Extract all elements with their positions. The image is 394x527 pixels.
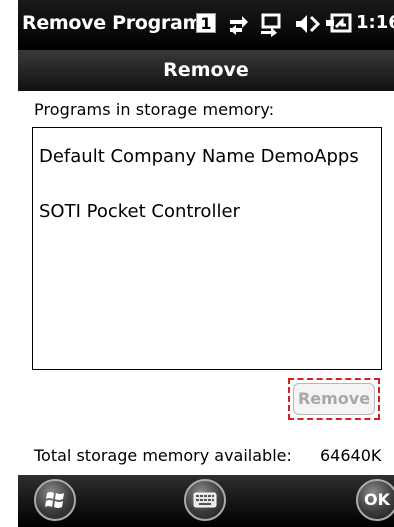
device-screen: Remove Program 1 1:16 Remove Programs in: [18, 0, 394, 527]
keyboard-button[interactable]: [184, 479, 226, 521]
storage-value: 64640K: [320, 446, 382, 465]
programs-list[interactable]: Default Company Name DemoApps SOTI Pocke…: [32, 127, 382, 370]
clock[interactable]: 1:16: [356, 12, 394, 33]
volume-icon[interactable]: [294, 11, 320, 37]
sync-icon[interactable]: [258, 11, 284, 37]
ok-button[interactable]: OK: [356, 479, 394, 521]
page-title: Remove: [163, 59, 249, 81]
programs-label: Programs in storage memory:: [34, 100, 275, 119]
connectivity-icon[interactable]: [226, 11, 252, 37]
page-title-bar: Remove: [18, 50, 394, 91]
windows-flag-icon: [45, 492, 64, 508]
bottom-bar: OK: [18, 475, 394, 527]
keyboard-icon: [193, 492, 217, 508]
app-title[interactable]: Remove Program: [22, 12, 202, 34]
status-bar: Remove Program 1 1:16: [18, 0, 394, 50]
instance-badge[interactable]: 1: [196, 13, 216, 33]
remove-button-focus: Remove: [288, 378, 380, 420]
left-margin: [0, 0, 18, 527]
battery-icon[interactable]: [324, 11, 352, 37]
start-button[interactable]: [34, 479, 76, 521]
remove-button[interactable]: Remove: [293, 383, 375, 415]
list-item[interactable]: Default Company Name DemoApps: [39, 146, 359, 167]
list-item[interactable]: SOTI Pocket Controller: [39, 201, 240, 222]
storage-label: Total storage memory available:: [34, 446, 292, 465]
